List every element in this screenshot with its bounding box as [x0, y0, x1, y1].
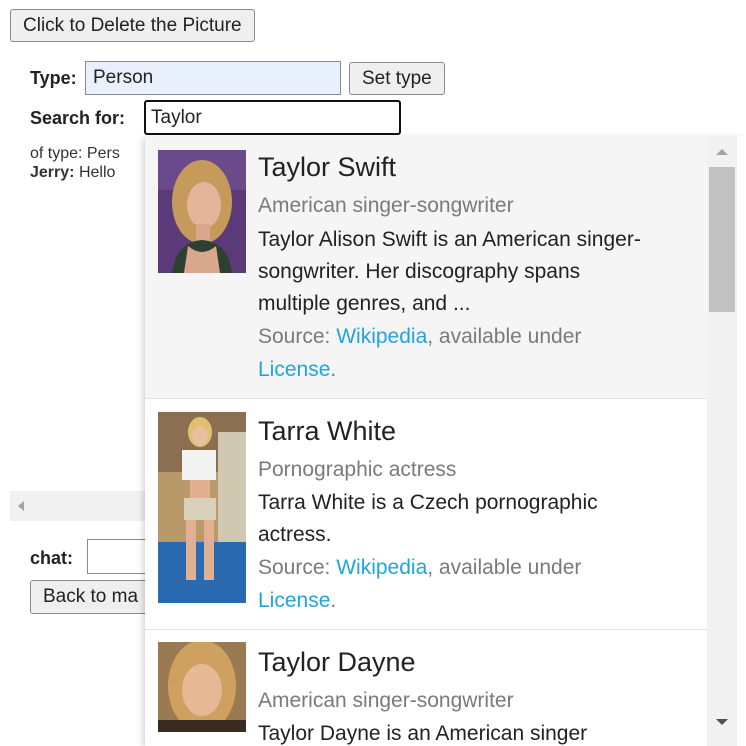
back-to-main-button[interactable]: Back to ma: [30, 580, 160, 614]
result-name: Tarra White: [258, 416, 397, 446]
result-source: Source: Wikipedia, available under Licen…: [258, 551, 698, 617]
result-description: American singer-songwriter: [258, 689, 514, 712]
page: Click to Delete the Picture Type: Person…: [0, 0, 746, 746]
source-prefix: Source:: [258, 556, 337, 579]
log-type-line: of type: Pers: [30, 145, 120, 162]
license-suffix: .: [330, 589, 337, 612]
result-extract-line: Tarra White is a Czech pornographic: [258, 491, 598, 514]
log-message: Hello: [78, 164, 116, 181]
result-extract-line: actress.: [258, 523, 332, 546]
result-extract-line: songwriter. Her discography spans: [258, 260, 581, 283]
license-suffix: .: [330, 358, 337, 381]
result-extract-line: Taylor Alison Swift is an American singe…: [258, 228, 641, 251]
source-suffix: , available under: [427, 556, 582, 579]
result-name: Taylor Swift: [258, 152, 397, 182]
scroll-left-arrow-icon[interactable]: [18, 501, 24, 511]
set-type-button[interactable]: Set type: [349, 62, 445, 95]
wikipedia-link[interactable]: Wikipedia: [336, 325, 427, 348]
autocomplete-item-taylor-swift[interactable]: Taylor Swift American singer-songwriter …: [145, 136, 707, 399]
scroll-up-arrow-icon[interactable]: [716, 149, 728, 155]
result-thumbnail: [158, 642, 246, 732]
dropdown-vertical-scrollbar[interactable]: [707, 136, 737, 746]
result-extract-line: Taylor Dayne is an American singer: [258, 722, 588, 745]
scroll-down-arrow-icon[interactable]: [716, 719, 728, 725]
source-prefix: Source:: [258, 325, 337, 348]
license-link[interactable]: License: [258, 358, 330, 381]
source-suffix: , available under: [427, 325, 582, 348]
log-speaker: Jerry:: [30, 164, 75, 181]
delete-picture-button[interactable]: Click to Delete the Picture: [10, 9, 255, 42]
result-thumbnail: [158, 412, 246, 603]
autocomplete-dropdown[interactable]: Taylor Swift American singer-songwriter …: [145, 136, 746, 746]
result-extract: Taylor Dayne is an American singer: [258, 718, 698, 746]
chat-label: chat:: [30, 548, 74, 568]
result-extract: Tarra White is a Czech pornographic actr…: [258, 487, 698, 551]
search-input[interactable]: Taylor: [144, 100, 401, 135]
result-description: Pornographic actress: [258, 458, 457, 481]
result-extract: Taylor Alison Swift is an American singe…: [258, 224, 698, 320]
result-source: Source: Wikipedia, available under Licen…: [258, 320, 698, 386]
result-thumbnail: [158, 150, 246, 273]
search-label: Search for:: [30, 108, 126, 128]
scrollbar-thumb[interactable]: [709, 167, 735, 312]
license-link[interactable]: License: [258, 589, 330, 612]
result-name: Taylor Dayne: [258, 647, 416, 677]
result-description: American singer-songwriter: [258, 194, 514, 217]
result-extract-line: multiple genres, and ...: [258, 292, 471, 315]
autocomplete-item-taylor-dayne[interactable]: Taylor Dayne American singer-songwriter …: [145, 630, 707, 746]
wikipedia-link[interactable]: Wikipedia: [336, 556, 427, 579]
log-message-line: Jerry: Hello: [30, 164, 115, 182]
autocomplete-item-tarra-white[interactable]: Tarra White Pornographic actress Tarra W…: [145, 399, 707, 630]
type-input[interactable]: Person: [85, 61, 341, 95]
type-label: Type:: [30, 68, 77, 88]
